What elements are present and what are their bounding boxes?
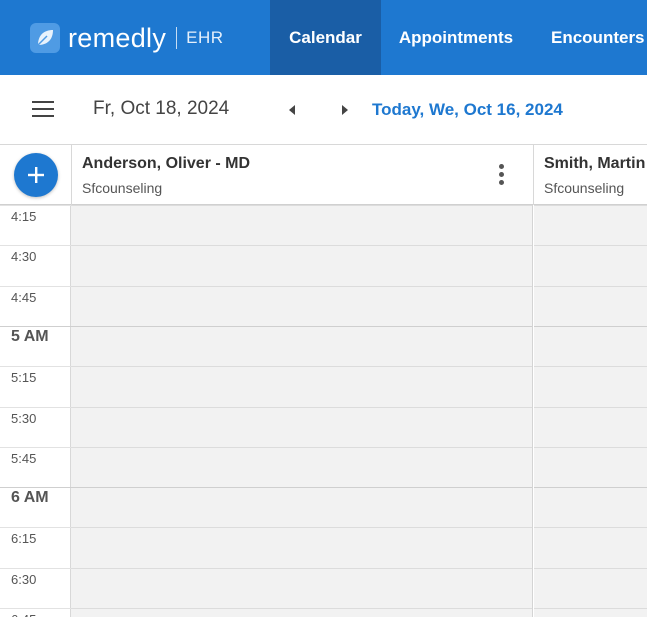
time-divider <box>0 406 71 408</box>
caret-left-icon[interactable] <box>285 102 299 118</box>
more-vertical-icon[interactable] <box>499 164 505 186</box>
time-divider <box>0 567 71 569</box>
provider-column-header[interactable]: Smith, Martin Sfcounseling <box>533 145 647 205</box>
slot-divider <box>71 446 532 448</box>
slot-divider <box>534 285 647 287</box>
time-slot-label: 6:30 <box>11 571 37 587</box>
hour-label: 6 AM <box>11 489 49 507</box>
provider-specialty: Sfcounseling <box>544 180 625 196</box>
hamburger-menu-icon[interactable] <box>32 101 54 119</box>
time-slot-label: 4:30 <box>11 249 37 265</box>
time-column: 4:15 4:30 4:45 5 AM 5:15 5:30 5:45 6 AM 6:15 6:30… <box>0 205 71 617</box>
time-divider <box>0 446 71 448</box>
time-divider <box>0 325 71 327</box>
slot-divider <box>71 406 532 408</box>
logo-divider <box>176 27 178 49</box>
slot-divider <box>534 406 647 408</box>
caret-right-icon[interactable] <box>338 102 352 118</box>
tab-appointments[interactable]: Appointments <box>381 0 531 75</box>
logo-subtitle: EHR <box>186 28 224 47</box>
time-divider <box>0 487 71 489</box>
time-divider <box>0 285 71 287</box>
time-divider <box>0 608 71 609</box>
provider-specialty: Sfcounseling <box>82 180 163 196</box>
tab-encounters[interactable]: Encounters <box>531 0 647 75</box>
logo-text: remedly <box>68 23 167 53</box>
slot-divider <box>71 567 532 569</box>
calendar-toolbar: Fr, Oct 18, 2024 Today, We, Oct 16, 2024 <box>0 75 647 145</box>
provider-name: Anderson, Oliver - MD <box>82 155 251 172</box>
slot-divider <box>534 325 647 327</box>
time-slot-label: 6:45 <box>11 612 36 617</box>
time-divider <box>0 527 71 529</box>
time-slot-label: 6:15 <box>11 531 37 547</box>
slot-divider <box>534 527 647 529</box>
time-divider <box>0 245 71 247</box>
time-slot-label: 5:45 <box>11 450 37 466</box>
slot-divider <box>71 285 532 287</box>
slot-divider <box>71 608 532 609</box>
time-slot-label: 5:30 <box>11 410 37 426</box>
slot-divider <box>534 608 647 609</box>
slot-divider <box>534 487 647 489</box>
provider-slots-column[interactable] <box>534 205 647 617</box>
slot-divider <box>71 487 532 489</box>
slot-divider <box>71 245 532 247</box>
time-slot-label: 5:15 <box>11 370 37 386</box>
time-slot-label: 4:45 <box>11 289 37 305</box>
add-appointment-button[interactable] <box>14 153 58 197</box>
calendar-grid: 4:15 4:30 4:45 5 AM 5:15 5:30 5:45 6 AM 6:15 6:30… <box>0 205 647 617</box>
time-divider <box>0 366 71 368</box>
current-date-label: Fr, Oct 18, 2024 <box>93 98 230 119</box>
slot-divider <box>71 325 532 327</box>
provider-header-row: Anderson, Oliver - MD Sfcounseling Smith… <box>0 145 647 205</box>
time-slot-label: 4:15 <box>11 209 37 224</box>
slot-divider <box>534 567 647 569</box>
provider-column-header[interactable]: Anderson, Oliver - MD Sfcounseling <box>71 145 533 205</box>
time-divider <box>0 205 71 206</box>
provider-name: Smith, Martin <box>544 155 646 172</box>
app-logo[interactable]: remedly EHR <box>30 22 224 54</box>
tab-calendar[interactable]: Calendar <box>270 0 381 75</box>
plus-icon <box>28 167 44 183</box>
slot-divider <box>534 366 647 368</box>
slot-divider <box>71 205 532 206</box>
slot-divider <box>534 446 647 448</box>
leaf-logo-icon <box>30 23 60 53</box>
slot-divider <box>71 366 532 368</box>
top-nav-bar: remedly EHR Calendar Appointments Encoun… <box>0 0 647 75</box>
hour-label: 5 AM <box>11 327 49 345</box>
slot-divider <box>534 245 647 247</box>
slot-divider <box>534 205 647 206</box>
today-link[interactable]: Today, We, Oct 16, 2024 <box>372 100 563 120</box>
provider-slots-column[interactable] <box>71 205 533 617</box>
slot-divider <box>71 527 532 529</box>
